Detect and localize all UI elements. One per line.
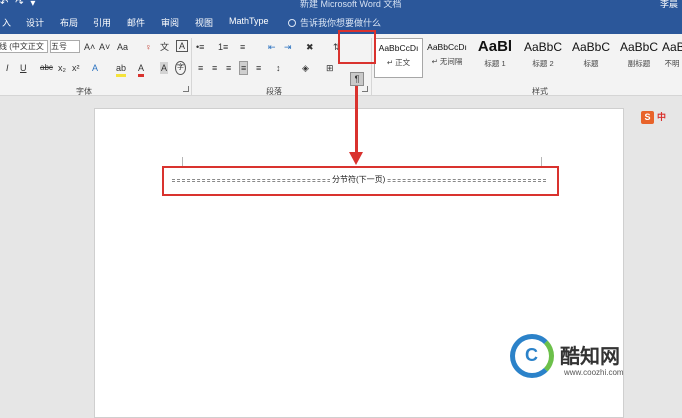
style-subtle-emphasis[interactable]: AaBbC 不明 xyxy=(662,38,682,78)
superscript-icon[interactable]: x² xyxy=(72,62,80,74)
clear-format-icon[interactable]: ♀ xyxy=(145,41,152,53)
window-title: 新建 Microsoft Word 文档 xyxy=(300,0,402,9)
char-border-icon[interactable]: A xyxy=(176,40,189,52)
borders-icon[interactable]: ⊞ xyxy=(326,62,334,74)
style-preview: AaBl xyxy=(477,38,513,55)
tab-references[interactable]: 引用 xyxy=(93,16,111,29)
style-preview: AaBbCcDı xyxy=(427,42,467,52)
style-preview: AaBbC xyxy=(662,40,682,54)
style-label: 副标题 xyxy=(627,59,651,68)
quick-access-toolbar[interactable]: ↶ ↷ ▾ xyxy=(0,0,37,9)
tab-layout[interactable]: 布局 xyxy=(60,16,78,29)
style-label: ↵ 无间隔 xyxy=(431,57,463,66)
align-center-icon[interactable]: ≡ xyxy=(212,62,217,74)
show-marks-highlight-box xyxy=(338,30,376,64)
annotation-arrow-shaft xyxy=(355,86,358,154)
style-label: 标题 xyxy=(583,59,599,68)
style-no-spacing[interactable]: AaBbCcDı ↵ 无间隔 xyxy=(424,38,470,78)
paragraph-dialog-launcher-icon[interactable] xyxy=(362,86,368,92)
style-label: 不明 xyxy=(664,59,680,68)
tab-mailings[interactable]: 邮件 xyxy=(127,16,145,29)
tab-design[interactable]: 设计 xyxy=(26,16,44,29)
style-heading-1[interactable]: AaBl 标题 1 xyxy=(472,38,518,78)
chinese-layout-icon[interactable]: ✖ xyxy=(306,41,314,53)
font-color-icon[interactable]: A xyxy=(138,62,145,77)
watermark-url: www.coozhi.com xyxy=(564,368,624,377)
line-spacing-icon[interactable]: ↕ xyxy=(276,62,281,74)
style-heading-2[interactable]: AaBbC 标题 2 xyxy=(520,38,566,78)
shading-icon[interactable]: ◈ xyxy=(302,62,309,74)
strikethrough-icon[interactable]: abc xyxy=(40,62,53,74)
phonetic-guide-icon[interactable]: 文 xyxy=(160,41,169,53)
style-preview: AaBbC xyxy=(523,40,563,54)
shrink-font-icon[interactable]: A˅ xyxy=(99,41,110,53)
style-title[interactable]: AaBbC 标题 xyxy=(568,38,614,78)
style-preview: AaBbC xyxy=(619,40,659,54)
text-effects-icon[interactable]: A xyxy=(92,62,98,74)
highlight-color-icon[interactable]: ab xyxy=(116,62,127,77)
decrease-indent-icon[interactable]: ⇤ xyxy=(268,41,276,53)
style-preview: AaBbC xyxy=(571,40,611,54)
style-label: 标题 1 xyxy=(484,59,506,68)
numbering-icon[interactable]: 1≡ xyxy=(218,41,228,53)
font-name-select[interactable]: 线 (中文正文 xyxy=(0,40,48,53)
sogou-logo-icon: S xyxy=(641,111,654,124)
arrow-down-icon xyxy=(349,152,363,165)
logo-letter: C xyxy=(525,345,538,365)
style-normal[interactable]: AaBbCcDı ↵ 正文 xyxy=(374,38,423,78)
show-hide-marks-button[interactable]: ¶ xyxy=(350,72,364,86)
increase-indent-icon[interactable]: ⇥ xyxy=(284,41,292,53)
align-left-icon[interactable]: ≡ xyxy=(198,62,203,74)
ime-status-bar[interactable]: S中 xyxy=(641,110,666,126)
justify-icon[interactable]: ≡ xyxy=(239,61,249,75)
ribbon-separator xyxy=(191,38,192,96)
tab-insert[interactable]: 入 xyxy=(2,16,11,29)
style-preview: AaBbCcDı xyxy=(378,43,419,53)
tab-review[interactable]: 审阅 xyxy=(161,16,179,29)
tell-me-label: 告诉我你想要做什么 xyxy=(300,18,382,28)
tab-view[interactable]: 视图 xyxy=(195,16,213,29)
style-label: 标题 2 xyxy=(532,59,554,68)
watermark-title: 酷知网 xyxy=(560,344,620,368)
pilcrow-icon: ¶ xyxy=(354,74,360,84)
tell-me-search[interactable]: 告诉我你想要做什么 xyxy=(288,16,381,29)
style-label: ↵ 正文 xyxy=(386,58,411,67)
ime-mode-label: 中 xyxy=(657,112,667,122)
lightbulb-icon xyxy=(288,19,296,27)
style-subtitle[interactable]: AaBbC 副标题 xyxy=(616,38,662,78)
change-case-icon[interactable]: Aa xyxy=(117,41,128,53)
font-dialog-launcher-icon[interactable] xyxy=(183,86,189,92)
coozhi-logo-icon: C xyxy=(510,334,554,378)
multilevel-list-icon[interactable]: ≡ xyxy=(240,41,245,53)
grow-font-icon[interactable]: A˄ xyxy=(84,41,95,53)
enclose-char-icon[interactable]: 字 xyxy=(175,61,186,75)
bullets-icon[interactable]: •≡ xyxy=(196,41,204,53)
section-break-highlight-box xyxy=(162,166,559,196)
underline-icon[interactable]: U xyxy=(20,62,27,74)
char-shading-icon[interactable]: A xyxy=(160,62,169,74)
tab-mathtype[interactable]: MathType xyxy=(229,16,269,26)
italic-icon[interactable]: I xyxy=(6,62,9,74)
distribute-icon[interactable]: ≡ xyxy=(256,62,261,74)
title-bar: ↶ ↷ ▾ 新建 Microsoft Word 文档 李晨 xyxy=(0,0,682,10)
user-name[interactable]: 李晨 xyxy=(660,0,678,10)
subscript-icon[interactable]: x₂ xyxy=(58,62,66,74)
align-right-icon[interactable]: ≡ xyxy=(226,62,231,74)
font-size-select[interactable]: 五号 xyxy=(50,40,80,53)
watermark: C 酷知网 www.coozhi.com xyxy=(510,330,660,390)
